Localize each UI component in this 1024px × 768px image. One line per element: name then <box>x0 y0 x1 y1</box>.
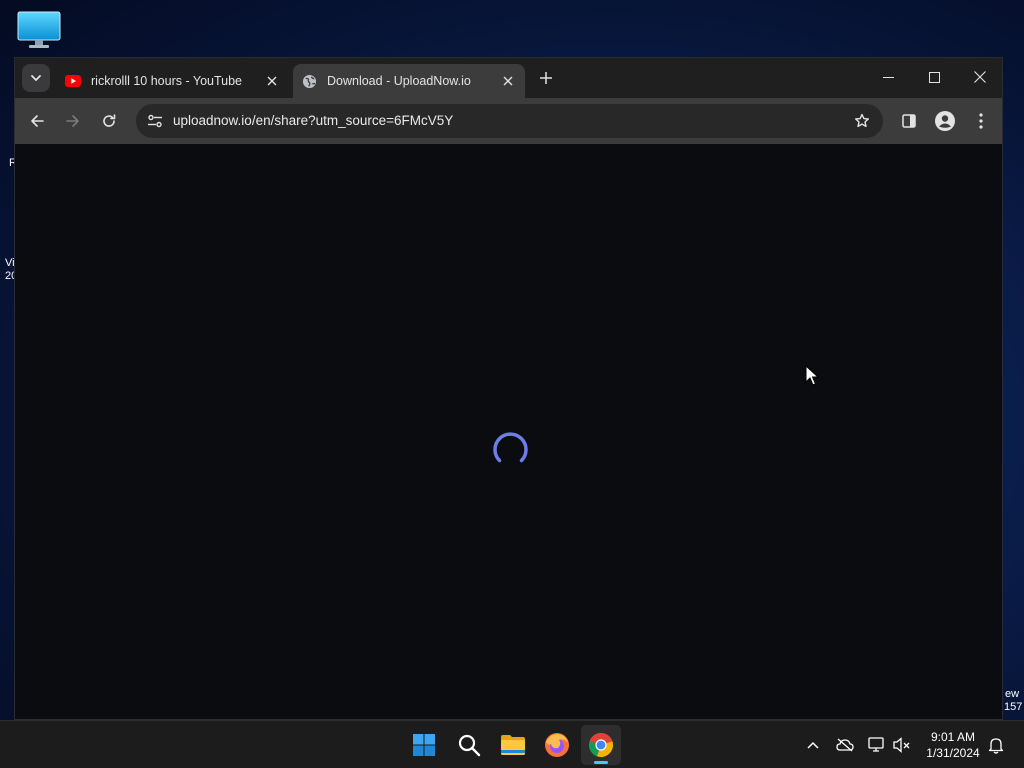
search-icon <box>458 734 481 757</box>
this-pc-desktop-icon[interactable] <box>17 10 61 50</box>
minimize-icon <box>882 76 894 78</box>
new-tab-button[interactable] <box>535 67 557 89</box>
side-panel-icon <box>902 114 916 128</box>
start-button[interactable] <box>404 725 444 765</box>
page-content <box>15 144 1002 719</box>
menu-button[interactable] <box>967 107 995 135</box>
clock-time: 9:01 AM <box>930 730 976 744</box>
back-button[interactable] <box>23 107 51 135</box>
volume-muted-icon <box>893 737 910 753</box>
close-tab-button[interactable] <box>263 72 281 90</box>
minimize-button[interactable] <box>865 62 911 92</box>
bookmark-button[interactable] <box>851 110 873 132</box>
cloud-off-icon <box>836 738 854 752</box>
loading-spinner <box>493 432 528 463</box>
firefox-button[interactable] <box>537 725 577 765</box>
browser-toolbar: uploadnow.io/en/share?utm_source=6FMcV5Y <box>15 98 1002 144</box>
volume-tray-button[interactable] <box>892 735 912 755</box>
url-text[interactable]: uploadnow.io/en/share?utm_source=6FMcV5Y <box>173 113 453 128</box>
notifications-button[interactable] <box>986 735 1006 755</box>
start-icon <box>413 734 435 756</box>
file-explorer-icon <box>501 735 525 755</box>
site-info-button[interactable] <box>142 108 168 134</box>
taskbar: 9:01 AM 1/31/2024 <box>0 720 1024 768</box>
tab-search-button[interactable] <box>22 64 50 92</box>
arrow-left-icon <box>31 115 44 127</box>
tab-title: rickrolll 10 hours - YouTube <box>91 74 243 88</box>
maximize-icon <box>928 71 940 83</box>
taskbar-clock[interactable]: 9:01 AM 1/31/2024 <box>918 729 988 761</box>
kebab-menu-icon <box>979 113 983 129</box>
plus-icon <box>540 72 552 84</box>
youtube-icon <box>65 73 81 89</box>
bell-icon <box>988 737 1004 754</box>
chrome-window: rickrolll 10 hours - YouTube Download - … <box>14 57 1003 720</box>
tab-title: Download - UploadNow.io <box>327 74 471 88</box>
firefox-icon <box>545 733 569 757</box>
mouse-cursor <box>805 365 819 386</box>
close-icon <box>267 76 277 86</box>
maximize-button[interactable] <box>911 62 957 92</box>
desktop-icon-label-fragment: ew <box>1005 688 1020 700</box>
close-tab-button[interactable] <box>499 72 517 90</box>
clock-date: 1/31/2024 <box>926 746 980 760</box>
close-icon <box>974 71 986 83</box>
desktop-icon-label-fragment: 157 <box>1004 701 1023 713</box>
forward-button[interactable] <box>59 107 87 135</box>
reload-button[interactable] <box>95 107 123 135</box>
chrome-button[interactable] <box>581 725 621 765</box>
show-hidden-icons-button[interactable] <box>803 735 823 755</box>
tab-strip: rickrolll 10 hours - YouTube Download - … <box>15 58 1002 98</box>
network-icon <box>868 737 884 752</box>
network-tray-button[interactable] <box>867 735 887 755</box>
chevron-up-icon <box>807 741 819 749</box>
close-window-button[interactable] <box>957 62 1002 92</box>
tune-icon <box>148 114 162 128</box>
chrome-icon <box>588 732 614 757</box>
side-panel-button[interactable] <box>895 107 923 135</box>
star-icon <box>855 113 869 128</box>
file-explorer-button[interactable] <box>493 725 533 765</box>
profile-button[interactable] <box>931 107 959 135</box>
avatar-icon <box>935 111 955 131</box>
search-button[interactable] <box>449 725 489 765</box>
arrow-right-icon <box>66 115 79 127</box>
reload-icon <box>103 114 116 127</box>
active-app-indicator <box>594 761 608 764</box>
address-bar[interactable]: uploadnow.io/en/share?utm_source=6FMcV5Y <box>136 104 883 138</box>
close-icon <box>503 76 513 86</box>
globe-icon <box>301 73 317 89</box>
chevron-down-icon <box>31 75 41 81</box>
tab-youtube[interactable]: rickrolll 10 hours - YouTube <box>57 64 289 98</box>
onedrive-tray-button[interactable] <box>835 735 855 755</box>
tab-uploadnow[interactable]: Download - UploadNow.io <box>293 64 525 98</box>
